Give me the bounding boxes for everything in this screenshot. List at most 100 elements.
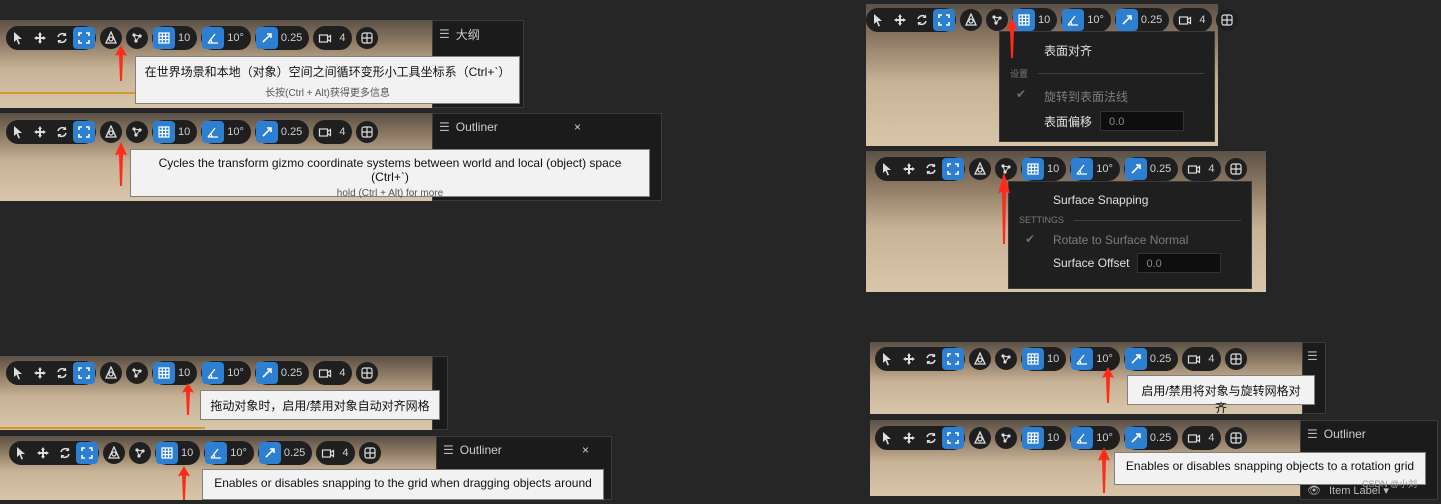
translate-mode-button[interactable]	[29, 121, 51, 143]
grid-snap-value[interactable]: 10	[1044, 432, 1065, 444]
grid-snap-value[interactable]: 10	[1035, 14, 1056, 26]
grid-snap-value[interactable]: 10	[1044, 163, 1065, 175]
close-tab-button[interactable]: ×	[574, 120, 581, 134]
menu-title[interactable]: 表面对齐	[1000, 32, 1214, 59]
select-mode-button[interactable]	[876, 348, 898, 370]
camera-speed-group[interactable]: 4	[313, 361, 353, 385]
rotate-mode-button[interactable]	[920, 348, 942, 370]
surface-snap-button[interactable]	[126, 121, 148, 143]
rotation-snap-value[interactable]: 10°	[1084, 14, 1110, 26]
scale-mode-button[interactable]	[73, 27, 95, 49]
camera-speed-button[interactable]	[1183, 348, 1205, 370]
rotation-snap-value[interactable]: 10°	[1093, 353, 1119, 365]
camera-speed-button[interactable]	[1183, 158, 1205, 180]
camera-speed-group[interactable]: 4	[313, 120, 353, 144]
grid-snap-toggle[interactable]	[1022, 158, 1044, 180]
grid-snap-toggle[interactable]	[1022, 348, 1044, 370]
scale-mode-button[interactable]	[933, 9, 955, 31]
rotation-snap-value[interactable]: 10°	[1093, 163, 1119, 175]
coord-system-button[interactable]	[100, 121, 122, 143]
viewport-layout-button[interactable]	[1225, 158, 1248, 180]
camera-speed-button[interactable]	[314, 27, 336, 49]
scale-snap-toggle[interactable]	[1115, 9, 1138, 31]
rotate-mode-button[interactable]	[911, 9, 933, 31]
grid-snap-value[interactable]: 10	[175, 126, 196, 138]
scale-snap-toggle[interactable]	[255, 362, 278, 384]
viewport-layout-button[interactable]	[356, 27, 379, 49]
close-tab-button[interactable]: ×	[582, 443, 589, 457]
camera-speed-button[interactable]	[314, 121, 336, 143]
select-mode-button[interactable]	[876, 158, 898, 180]
scale-mode-button[interactable]	[942, 158, 964, 180]
grid-snap-value[interactable]: 10	[178, 447, 199, 459]
rotation-snap-toggle[interactable]	[1062, 9, 1085, 31]
scale-snap-value[interactable]: 0.25	[1147, 353, 1177, 365]
camera-speed-value[interactable]: 4	[1196, 14, 1211, 26]
grid-snap-toggle[interactable]	[153, 27, 175, 49]
surface-offset-input[interactable]: 0.0	[1137, 253, 1222, 273]
scale-snap-toggle[interactable]	[255, 27, 278, 49]
translate-mode-button[interactable]	[32, 442, 54, 464]
scale-snap-value[interactable]: 0.25	[1147, 432, 1177, 444]
select-mode-button[interactable]	[7, 362, 29, 384]
scale-snap-value[interactable]: 0.25	[281, 447, 311, 459]
camera-speed-value[interactable]: 4	[339, 447, 354, 459]
scale-snap-toggle[interactable]	[255, 121, 278, 143]
scale-snap-value[interactable]: 0.25	[278, 32, 308, 44]
coord-system-button[interactable]	[100, 362, 122, 384]
camera-speed-group[interactable]: 4	[313, 26, 353, 50]
scale-mode-button[interactable]	[76, 442, 98, 464]
camera-speed-button[interactable]	[314, 362, 336, 384]
translate-mode-button[interactable]	[898, 348, 920, 370]
viewport-layout-button[interactable]	[356, 121, 379, 143]
coord-system-button[interactable]	[969, 158, 991, 180]
surface-snap-button[interactable]	[126, 27, 148, 49]
select-mode-button[interactable]	[867, 9, 889, 31]
rotation-snap-toggle[interactable]	[1071, 427, 1094, 449]
rotation-snap-toggle[interactable]	[1071, 348, 1094, 370]
translate-mode-button[interactable]	[889, 9, 911, 31]
select-mode-button[interactable]	[7, 121, 29, 143]
camera-speed-group[interactable]: 4	[1182, 347, 1222, 371]
camera-speed-button[interactable]	[1183, 427, 1205, 449]
grid-snap-value[interactable]: 10	[1044, 353, 1065, 365]
camera-speed-group[interactable]: 4	[1182, 157, 1222, 181]
select-mode-button[interactable]	[876, 427, 898, 449]
scale-snap-toggle[interactable]	[1124, 427, 1147, 449]
camera-speed-value[interactable]: 4	[336, 367, 351, 379]
coord-system-button[interactable]	[969, 348, 991, 370]
scale-mode-button[interactable]	[73, 121, 95, 143]
camera-speed-value[interactable]: 4	[1205, 163, 1220, 175]
grid-snap-toggle[interactable]	[153, 121, 175, 143]
rotation-snap-value[interactable]: 10°	[1093, 432, 1119, 444]
scale-snap-toggle[interactable]	[1124, 158, 1147, 180]
translate-mode-button[interactable]	[29, 27, 51, 49]
viewport-layout-button[interactable]	[356, 362, 379, 384]
scale-snap-value[interactable]: 0.25	[278, 126, 308, 138]
camera-speed-button[interactable]	[1174, 9, 1196, 31]
grid-snap-toggle[interactable]	[153, 362, 175, 384]
grid-snap-toggle[interactable]	[1022, 427, 1044, 449]
scale-mode-button[interactable]	[73, 362, 95, 384]
scale-mode-button[interactable]	[942, 427, 964, 449]
scale-snap-toggle[interactable]	[258, 442, 281, 464]
surface-snap-button[interactable]	[129, 442, 151, 464]
camera-speed-value[interactable]: 4	[1205, 432, 1220, 444]
scale-snap-value[interactable]: 0.25	[1147, 163, 1177, 175]
grid-snap-value[interactable]: 10	[175, 32, 196, 44]
rotation-snap-value[interactable]: 10°	[227, 447, 253, 459]
viewport-layout-button[interactable]	[1216, 9, 1239, 31]
rotation-snap-value[interactable]: 10°	[224, 367, 250, 379]
rotate-mode-button[interactable]	[51, 362, 73, 384]
surface-snap-button[interactable]	[995, 348, 1017, 370]
rotation-snap-value[interactable]: 10°	[224, 126, 250, 138]
camera-speed-value[interactable]: 4	[1205, 353, 1220, 365]
select-mode-button[interactable]	[10, 442, 32, 464]
coord-system-button[interactable]	[103, 442, 125, 464]
translate-mode-button[interactable]	[898, 158, 920, 180]
viewport-layout-button[interactable]	[1225, 427, 1248, 449]
camera-speed-group[interactable]: 4	[1173, 8, 1213, 32]
rotate-mode-button[interactable]	[51, 27, 73, 49]
camera-speed-value[interactable]: 4	[336, 126, 351, 138]
surface-snap-button[interactable]	[986, 9, 1008, 31]
